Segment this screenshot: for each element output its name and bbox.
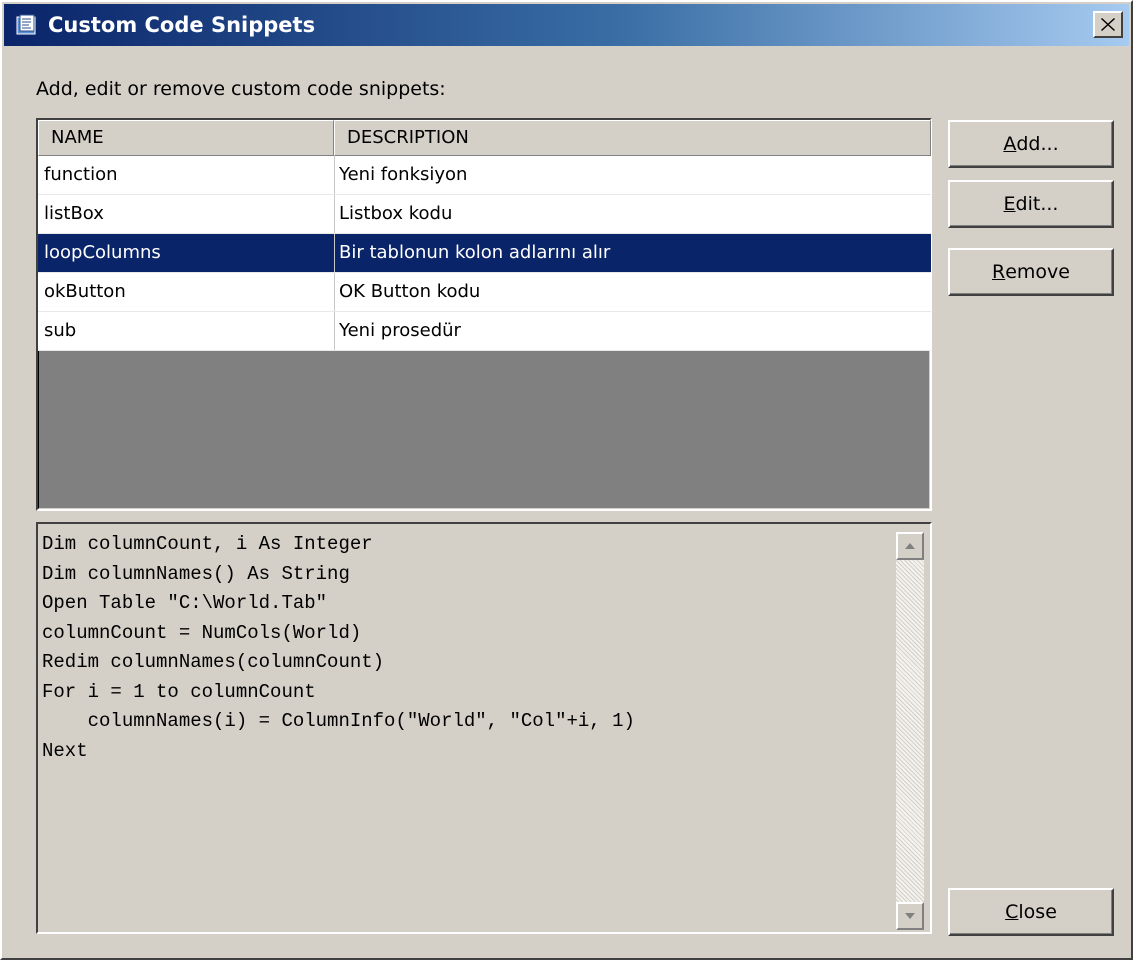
snippet-name: sub — [44, 320, 77, 341]
code-snippet-icon — [16, 14, 38, 36]
code-line: Next — [42, 739, 88, 762]
snippet-name: okButton — [44, 281, 126, 302]
list-rows: function Yeni fonksiyon listBox Listbox … — [38, 156, 931, 351]
close-button[interactable]: Close — [948, 888, 1114, 936]
snippet-description: Yeni fonksiyon — [334, 156, 931, 194]
code-line: columnNames(i) = ColumnInfo("World", "Co… — [42, 710, 635, 732]
snippet-name: loopColumns — [44, 242, 161, 263]
vertical-scrollbar[interactable] — [896, 532, 924, 930]
code-line: columnCount = NumCols(World) — [42, 621, 362, 644]
code-line: Open Table "C:\World.Tab" — [42, 592, 328, 614]
code-line: For i = 1 to columnCount — [42, 680, 316, 703]
scroll-up-button[interactable] — [896, 532, 924, 560]
code-line: Dim columnCount, i As Integer — [42, 533, 373, 555]
column-header-description[interactable]: DESCRIPTION — [334, 120, 931, 156]
code-text[interactable]: Dim columnCount, i As Integer Dim column… — [42, 530, 882, 926]
snippet-description: OK Button kodu — [334, 273, 931, 311]
snippet-description: Yeni prosedür — [334, 312, 931, 350]
custom-code-snippets-dialog: Custom Code Snippets Add, edit or remove… — [0, 0, 1133, 960]
add-button-label: dd... — [1016, 133, 1059, 155]
code-line: Dim columnNames() As String — [42, 562, 350, 585]
snippet-description: Bir tablonun kolon adlarını alır — [334, 234, 931, 272]
list-item[interactable]: listBox Listbox kodu — [38, 195, 931, 234]
list-item[interactable]: sub Yeni prosedür — [38, 312, 931, 351]
remove-button[interactable]: Remove — [948, 248, 1114, 296]
close-button-mnemonic: C — [1005, 901, 1019, 923]
code-line: Redim columnNames(columnCount) — [42, 651, 385, 673]
edit-button-label: dit... — [1015, 193, 1059, 215]
list-item[interactable]: okButton OK Button kodu — [38, 273, 931, 312]
add-button[interactable]: Add... — [948, 120, 1114, 168]
list-item[interactable]: function Yeni fonksiyon — [38, 156, 931, 195]
column-header-name[interactable]: NAME — [38, 120, 334, 156]
close-icon — [1101, 18, 1115, 31]
list-item-selected[interactable]: loopColumns Bir tablonun kolon adlarını … — [38, 234, 931, 273]
instruction-label: Add, edit or remove custom code snippets… — [36, 78, 446, 100]
scroll-down-button[interactable] — [896, 902, 924, 930]
edit-button[interactable]: Edit... — [948, 180, 1114, 228]
edit-button-mnemonic: E — [1003, 193, 1016, 215]
snippet-name: function — [44, 164, 118, 185]
title-bar[interactable]: Custom Code Snippets — [4, 4, 1129, 46]
snippet-description: Listbox kodu — [334, 195, 931, 233]
close-button-label: lose — [1018, 901, 1057, 923]
code-preview[interactable]: Dim columnCount, i As Integer Dim column… — [36, 522, 932, 934]
remove-button-mnemonic: R — [992, 261, 1006, 283]
close-window-button[interactable] — [1093, 11, 1123, 38]
snippet-name: listBox — [44, 203, 104, 224]
scroll-down-arrow-icon — [905, 913, 915, 919]
add-button-mnemonic: A — [1003, 133, 1017, 155]
remove-button-label: emove — [1005, 261, 1070, 283]
list-header: NAME DESCRIPTION — [38, 120, 931, 156]
snippets-list[interactable]: NAME DESCRIPTION function Yeni fonksiyon… — [36, 118, 932, 511]
scroll-up-arrow-icon — [905, 543, 915, 549]
window-title: Custom Code Snippets — [48, 13, 316, 37]
